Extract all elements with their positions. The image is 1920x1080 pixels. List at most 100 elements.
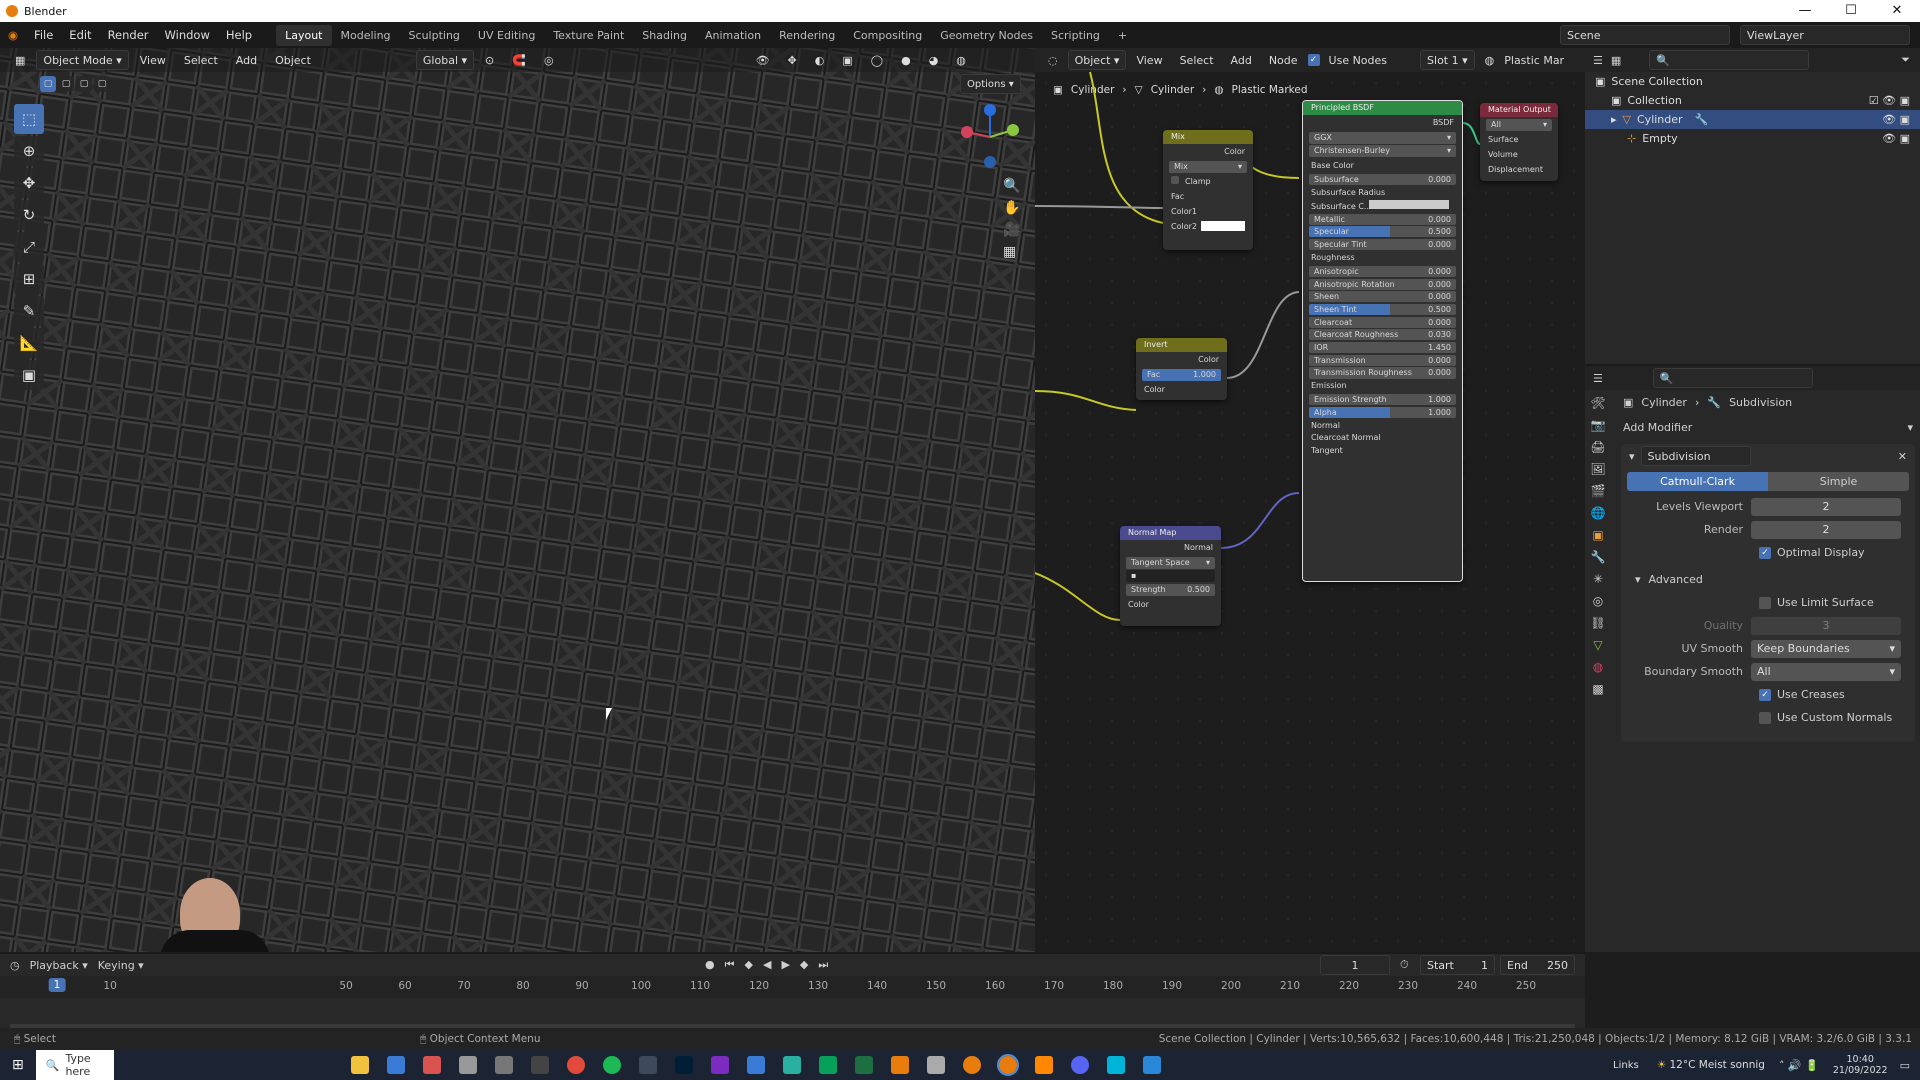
record-icon[interactable]: ● bbox=[705, 958, 715, 972]
grid-icon[interactable]: ▦ bbox=[1003, 244, 1020, 260]
tab-sculpting[interactable]: Sculpting bbox=[400, 25, 469, 46]
render-tab-icon[interactable]: 📷 bbox=[1591, 418, 1606, 432]
viewport-menu-add[interactable]: Add bbox=[229, 52, 264, 69]
levels-viewport-field[interactable]: 2 bbox=[1751, 497, 1901, 516]
designer-icon[interactable] bbox=[818, 1056, 837, 1074]
bsdf-input-clearcoat[interactable]: Clearcoat 0.000 bbox=[1309, 316, 1456, 328]
select-mode-new-icon[interactable]: ▢ bbox=[40, 76, 56, 92]
file-explorer-icon[interactable] bbox=[350, 1056, 369, 1074]
bsdf-input-sheen[interactable]: Sheen 0.000 bbox=[1309, 291, 1456, 303]
bsdf-input-subsurface-radius[interactable]: Subsurface Radius bbox=[1303, 187, 1462, 200]
bsdf-input-specular[interactable]: Specular 0.500 bbox=[1309, 226, 1456, 238]
physics-tab-icon[interactable]: ◎ bbox=[1593, 594, 1603, 608]
optimal-display-checkbox[interactable]: ✓ bbox=[1759, 546, 1771, 559]
timeline-editor-icon[interactable]: ◷ bbox=[10, 959, 20, 972]
windows-start-icon[interactable]: ⊞ bbox=[12, 1057, 24, 1073]
tray-icons[interactable]: ˄ 🔊 🔋 bbox=[1779, 1059, 1819, 1072]
playhead[interactable]: 1 bbox=[48, 978, 66, 992]
view-layer-selector[interactable]: ViewLayer bbox=[1740, 25, 1910, 45]
expand-arrow-icon[interactable]: ▸ bbox=[1611, 113, 1617, 126]
bsdf-input-anisotropic-rotation[interactable]: Anisotropic Rotation 0.000 bbox=[1309, 278, 1456, 290]
next-key-icon[interactable]: ◆ bbox=[800, 958, 808, 972]
bsdf-input-subsurface[interactable]: Subsurface 0.000 bbox=[1309, 174, 1456, 186]
transform-orientation[interactable]: Global ▾ bbox=[415, 50, 475, 70]
notification-icon[interactable]: ▭ bbox=[1900, 1059, 1910, 1072]
minimize-button[interactable]: — bbox=[1782, 0, 1828, 22]
calculator-icon[interactable] bbox=[386, 1056, 405, 1074]
bsdf-input-alpha[interactable]: Alpha 1.000 bbox=[1309, 406, 1456, 419]
add-workspace-button[interactable]: + bbox=[1109, 25, 1136, 46]
select-mode-subtract-icon[interactable]: ▢ bbox=[76, 76, 92, 92]
shading-rendered-icon[interactable]: ◍ bbox=[949, 52, 973, 69]
uv-smooth-dropdown[interactable]: Keep Boundaries ▾ bbox=[1751, 639, 1901, 658]
view-layer-tab-icon[interactable]: 🖼 bbox=[1590, 462, 1605, 476]
blender-menu-icon[interactable]: ◉ bbox=[0, 28, 26, 42]
play-reverse-icon[interactable]: ◀ bbox=[763, 958, 771, 972]
blender-active-icon[interactable] bbox=[996, 1054, 1019, 1076]
bsdf-input-transmission-roughness[interactable]: Transmission Roughness 0.000 bbox=[1309, 367, 1456, 379]
transform-icon[interactable]: ⊞ bbox=[14, 264, 44, 294]
output-tab-icon[interactable]: 🖨 bbox=[1590, 440, 1605, 454]
outliner-search[interactable]: 🔍 bbox=[1649, 50, 1810, 70]
use-creases-checkbox[interactable]: ✓ bbox=[1759, 688, 1771, 701]
expand-arrow-icon[interactable]: ▾ bbox=[1635, 573, 1641, 586]
pivot-icon[interactable]: ⊙ bbox=[478, 52, 501, 69]
material-output-node[interactable]: Material Output All ▾ Surface Volume Disp… bbox=[1480, 103, 1558, 181]
visibility-icon[interactable]: 👁 bbox=[749, 52, 777, 69]
clock-icon[interactable]: ⏱ bbox=[1400, 958, 1409, 972]
xray-icon[interactable]: ▣ bbox=[835, 52, 859, 69]
output-target-dropdown[interactable]: All ▾ bbox=[1486, 118, 1552, 131]
weather-widget[interactable]: ☀ 12°C Meist sonnig bbox=[1657, 1059, 1765, 1071]
app-icon[interactable] bbox=[458, 1056, 477, 1074]
rotate-icon[interactable]: ↻ bbox=[14, 200, 44, 230]
bsdf-input-ior[interactable]: IOR 1.450 bbox=[1309, 341, 1456, 354]
viewport-menu-object[interactable]: Object bbox=[268, 52, 318, 69]
app-icon[interactable] bbox=[494, 1056, 513, 1074]
3d-viewport[interactable]: ▦ Object Mode ▾ View Select Add Object G… bbox=[0, 48, 1035, 952]
bsdf-input-metallic[interactable]: Metallic 0.000 bbox=[1309, 213, 1456, 225]
menu-render[interactable]: Render bbox=[100, 28, 157, 42]
tool-tab-icon[interactable]: 🛠 bbox=[1590, 396, 1605, 410]
bsdf-input-clearcoat-normal[interactable]: Clearcoat Normal bbox=[1303, 432, 1462, 445]
prev-key-icon[interactable]: ◆ bbox=[745, 958, 753, 972]
modifier-tab-icon[interactable]: 🔧 bbox=[1591, 550, 1606, 564]
clock[interactable]: 10:40 21/09/2022 bbox=[1833, 1054, 1888, 1076]
tab-layout[interactable]: Layout bbox=[276, 24, 332, 46]
taskbar-search[interactable]: 🔍 Type here bbox=[35, 1050, 114, 1080]
shading-wireframe-icon[interactable]: ◯ bbox=[864, 52, 890, 69]
proportional-edit-icon[interactable]: ◎ bbox=[537, 52, 561, 69]
render-levels-field[interactable]: 2 bbox=[1751, 520, 1901, 539]
photoshop-icon[interactable] bbox=[674, 1056, 693, 1074]
measure-icon[interactable]: 📐 bbox=[14, 328, 44, 358]
app-icon[interactable] bbox=[422, 1056, 441, 1074]
tab-animation[interactable]: Animation bbox=[696, 25, 770, 46]
spotify-icon[interactable] bbox=[602, 1056, 621, 1074]
chrome-icon[interactable] bbox=[566, 1056, 585, 1074]
scale-icon[interactable]: ⤢ bbox=[14, 232, 44, 262]
gizmo-icon[interactable]: ✥ bbox=[781, 52, 804, 69]
tab-modeling[interactable]: Modeling bbox=[332, 25, 400, 46]
mix-clamp-row[interactable]: Clamp bbox=[1163, 174, 1253, 189]
app-icon[interactable] bbox=[746, 1056, 765, 1074]
advanced-section[interactable]: ▾ Advanced bbox=[1621, 568, 1915, 591]
tab-rendering[interactable]: Rendering bbox=[770, 25, 844, 46]
constraints-tab-icon[interactable]: ⛓ bbox=[1590, 616, 1605, 630]
tangent-space-dropdown[interactable]: Tangent Space ▾ bbox=[1126, 556, 1215, 569]
world-tab-icon[interactable]: 🌐 bbox=[1591, 506, 1606, 520]
tab-uv-editing[interactable]: UV Editing bbox=[469, 25, 544, 46]
app-icon[interactable] bbox=[1142, 1056, 1161, 1074]
texture-tab-icon[interactable]: ▩ bbox=[1592, 682, 1603, 696]
use-creases-row[interactable]: ✓ Use Creases bbox=[1621, 683, 1915, 706]
scene-selector[interactable]: Scene bbox=[1560, 25, 1730, 45]
collapse-arrow-icon[interactable]: ▾ bbox=[1629, 450, 1635, 463]
taskbar-links[interactable]: Links bbox=[1613, 1060, 1639, 1071]
outliner-item-cylinder[interactable]: ▸ ▽ Cylinder 🔧 👁 ▣ bbox=[1585, 110, 1920, 129]
menu-edit[interactable]: Edit bbox=[61, 28, 99, 42]
boundary-smooth-dropdown[interactable]: All ▾ bbox=[1751, 662, 1901, 681]
bsdf-input-emission-strength[interactable]: Emission Strength 1.000 bbox=[1309, 394, 1456, 406]
optimal-display-row[interactable]: ✓ Optimal Display bbox=[1621, 541, 1915, 564]
viewport-menu-view[interactable]: View bbox=[133, 52, 173, 69]
properties-search[interactable]: 🔍 bbox=[1652, 368, 1813, 388]
mode-selector[interactable]: Object Mode ▾ bbox=[36, 50, 129, 70]
principled-bsdf-node[interactable]: Principled BSDF BSDF GGX ▾ Christensen-Bu… bbox=[1302, 100, 1463, 582]
